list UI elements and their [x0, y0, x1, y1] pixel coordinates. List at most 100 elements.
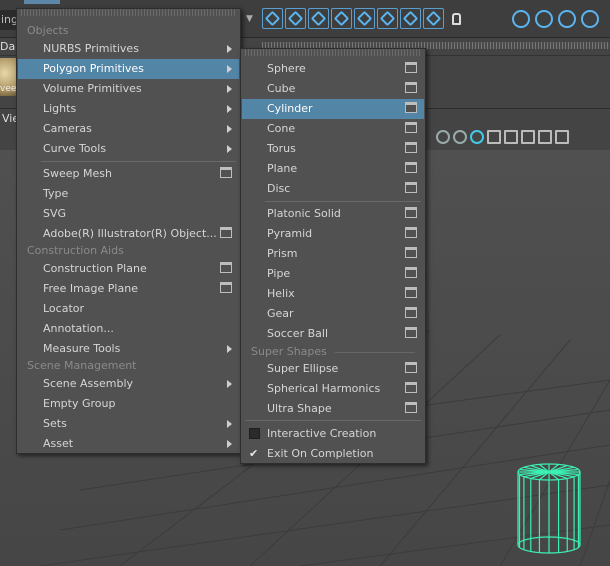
- menu-item-cone[interactable]: Cone: [242, 119, 424, 139]
- menu-item-platonic-solid[interactable]: Platonic Solid: [242, 204, 424, 224]
- menu-set-dropdown[interactable]: ing: [0, 10, 16, 30]
- menu-item-nurbs-primitives[interactable]: NURBS Primitives: [18, 39, 239, 59]
- menu-item-label: Cone: [267, 122, 296, 135]
- toggle-interactive-creation[interactable]: Interactive Creation: [242, 424, 424, 444]
- render-icon[interactable]: [400, 8, 421, 29]
- option-box-icon[interactable]: [405, 182, 417, 193]
- option-box-icon[interactable]: [405, 247, 417, 258]
- lighting-icon[interactable]: [453, 130, 467, 144]
- menu-item-spherical-harmonics[interactable]: Spherical Harmonics: [242, 379, 424, 399]
- maximize-icon[interactable]: [555, 130, 569, 144]
- menu-item-lights[interactable]: Lights: [18, 99, 239, 119]
- menu-item-type[interactable]: Type: [18, 184, 239, 204]
- menu-item-free-image-plane[interactable]: Free Image Plane: [18, 279, 239, 299]
- move-tool-icon[interactable]: [331, 8, 352, 29]
- option-box-icon[interactable]: [405, 307, 417, 318]
- menu-item-plane[interactable]: Plane: [242, 159, 424, 179]
- menu-item-construction-plane[interactable]: Construction Plane: [18, 259, 239, 279]
- menu-item-cylinder[interactable]: Cylinder: [242, 99, 424, 119]
- menu-item-volume-primitives[interactable]: Volume Primitives: [18, 79, 239, 99]
- panel-toolbar: [436, 130, 569, 144]
- menu-item-sphere[interactable]: Sphere: [242, 59, 424, 79]
- grid-icon[interactable]: [521, 130, 535, 144]
- option-box-icon[interactable]: [220, 262, 232, 273]
- snap-point-icon[interactable]: [558, 10, 576, 28]
- option-box-icon[interactable]: [405, 82, 417, 93]
- menu-item-label: Torus: [267, 142, 296, 155]
- menu-separator: [41, 161, 236, 162]
- lasso-tool-icon[interactable]: [285, 8, 306, 29]
- menu-item-measure-tools[interactable]: Measure Tools: [18, 339, 239, 359]
- menu-item-pipe[interactable]: Pipe: [242, 264, 424, 284]
- option-box-icon[interactable]: [405, 402, 417, 413]
- snap-curve-icon[interactable]: [535, 10, 553, 28]
- tear-off-handle[interactable]: [245, 49, 421, 56]
- isolate-icon[interactable]: [470, 130, 484, 144]
- snap-grid-icon[interactable]: [512, 10, 530, 28]
- section-header: Super Shapes: [251, 344, 415, 360]
- chevron-down-icon[interactable]: ▼: [246, 11, 260, 27]
- menu-item-cube[interactable]: Cube: [242, 79, 424, 99]
- paint-select-icon[interactable]: [308, 8, 329, 29]
- view-menu[interactable]: Vie: [2, 112, 16, 125]
- toggle-exit-on-completion[interactable]: ✔ Exit On Completion: [242, 444, 424, 464]
- scale-tool-icon[interactable]: [377, 8, 398, 29]
- menu-item-label: Curve Tools: [43, 142, 107, 155]
- menu-item-gear[interactable]: Gear: [242, 304, 424, 324]
- option-box-icon[interactable]: [405, 362, 417, 373]
- menu-item-annotation[interactable]: Annotation...: [18, 319, 239, 339]
- menu-item-empty-group[interactable]: Empty Group: [18, 394, 239, 414]
- shading-icon[interactable]: [436, 130, 450, 144]
- menu-item-label: Scene Assembly: [43, 377, 134, 390]
- menu-item-cameras[interactable]: Cameras: [18, 119, 239, 139]
- menu-item-pyramid[interactable]: Pyramid: [242, 224, 424, 244]
- snap-surface-icon[interactable]: [581, 10, 599, 28]
- section-header-label: Objects: [27, 24, 69, 37]
- help-icon[interactable]: [423, 8, 444, 29]
- menu-item-polygon-primitives[interactable]: Polygon Primitives: [18, 59, 239, 79]
- menu-item-prism[interactable]: Prism: [242, 244, 424, 264]
- option-box-icon[interactable]: [405, 207, 417, 218]
- menu-item-svg[interactable]: SVG: [18, 204, 239, 224]
- option-box-icon[interactable]: [220, 167, 232, 178]
- menu-item-super-ellipse[interactable]: Super Ellipse: [242, 359, 424, 379]
- menu-item-torus[interactable]: Torus: [242, 139, 424, 159]
- selection-toolbar: [262, 8, 467, 29]
- menu-item-sweep-mesh[interactable]: Sweep Mesh: [18, 164, 239, 184]
- rotate-tool-icon[interactable]: [354, 8, 375, 29]
- xray-icon[interactable]: [487, 130, 501, 144]
- menu-item-soccer-ball[interactable]: Soccer Ball: [242, 324, 424, 344]
- menu-item-asset[interactable]: Asset: [18, 434, 239, 454]
- option-box-icon[interactable]: [405, 122, 417, 133]
- camera-icon[interactable]: [504, 130, 518, 144]
- menu-item-label: Plane: [267, 162, 298, 175]
- option-box-icon[interactable]: [405, 102, 417, 113]
- menu-item-scene-assembly[interactable]: Scene Assembly: [18, 374, 239, 394]
- option-box-icon[interactable]: [405, 227, 417, 238]
- lock-icon[interactable]: [446, 8, 467, 29]
- option-box-icon[interactable]: [405, 142, 417, 153]
- shelf-tab[interactable]: Dan: [0, 40, 16, 56]
- menu-item-label: Pipe: [267, 267, 291, 280]
- menu-item-ultra-shape[interactable]: Ultra Shape: [242, 399, 424, 419]
- menu-item-locator[interactable]: Locator: [18, 299, 239, 319]
- menu-item-sets[interactable]: Sets: [18, 414, 239, 434]
- select-tool-icon[interactable]: [262, 8, 283, 29]
- option-box-icon[interactable]: [405, 267, 417, 278]
- option-box-icon[interactable]: [405, 62, 417, 73]
- option-box-icon[interactable]: [405, 382, 417, 393]
- option-box-icon[interactable]: [405, 327, 417, 338]
- tear-off-handle[interactable]: [21, 9, 236, 16]
- menu-item-curve-tools[interactable]: Curve Tools: [18, 139, 239, 159]
- menu-item-helix[interactable]: Helix: [242, 284, 424, 304]
- option-box-icon[interactable]: [405, 162, 417, 173]
- option-box-icon[interactable]: [220, 282, 232, 293]
- option-box-icon[interactable]: [405, 287, 417, 298]
- menu-item-label: Type: [43, 187, 69, 200]
- menu-item-disc[interactable]: Disc: [242, 179, 424, 199]
- checkbox-unchecked[interactable]: [249, 428, 260, 439]
- layout-icon[interactable]: [538, 130, 552, 144]
- menu-item-adobe-illustrator-object[interactable]: Adobe(R) Illustrator(R) Object...: [18, 224, 239, 244]
- option-box-icon[interactable]: [220, 227, 232, 238]
- checkmark-icon[interactable]: ✔: [249, 448, 260, 459]
